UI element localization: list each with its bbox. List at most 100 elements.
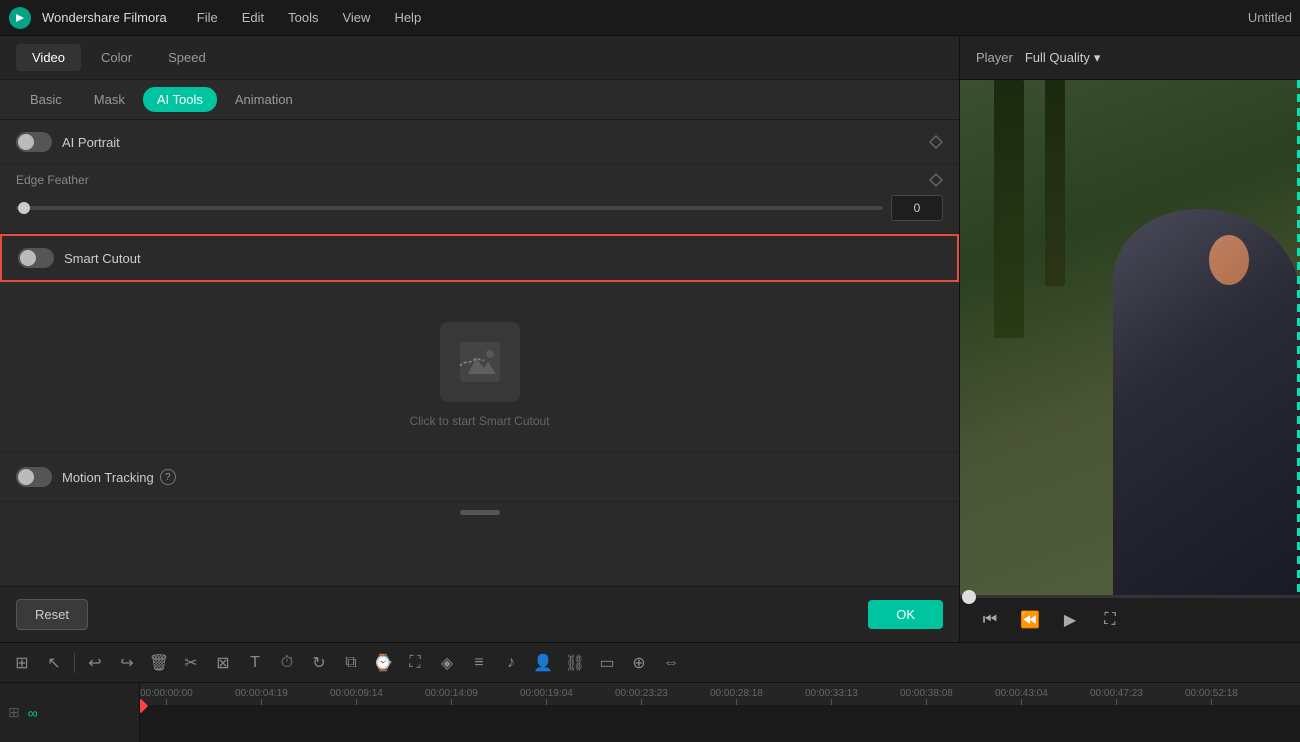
- tl-cursor-icon[interactable]: ↖: [40, 649, 68, 677]
- app-logo: [8, 6, 32, 30]
- ai-portrait-toggle[interactable]: [16, 132, 52, 152]
- app-name: Wondershare Filmora: [42, 10, 167, 25]
- edge-feather-section: Edge Feather 0: [0, 165, 959, 234]
- menu-view[interactable]: View: [332, 6, 380, 29]
- left-panel: Video Color Speed Basic Mask AI Tools An…: [0, 36, 960, 642]
- smart-cutout-toggle[interactable]: [18, 248, 54, 268]
- cutout-placeholder-icon: [456, 338, 504, 386]
- subtab-aitools[interactable]: AI Tools: [143, 87, 217, 112]
- window-title: Untitled: [1248, 10, 1292, 25]
- quality-value: Full Quality: [1025, 50, 1090, 65]
- rewind-button[interactable]: ⏮: [976, 606, 1004, 634]
- scroll-indicator: [0, 502, 959, 523]
- ai-portrait-section: AI Portrait: [0, 120, 959, 165]
- edge-feather-value[interactable]: 0: [891, 195, 943, 221]
- menubar: Wondershare Filmora File Edit Tools View…: [0, 0, 1300, 36]
- edge-feather-keyframe-icon: [929, 173, 943, 187]
- ruler-mark-1: 00:00:04:19: [235, 688, 288, 705]
- fullscreen-button[interactable]: ⛶: [1096, 606, 1124, 634]
- timeline-left-controls: ⊞ ∞: [0, 683, 140, 742]
- subtab-mask[interactable]: Mask: [80, 87, 139, 112]
- ok-button[interactable]: OK: [868, 600, 943, 629]
- player-quality-select[interactable]: Full Quality ▾: [1025, 50, 1101, 66]
- timeline-ruler: 00:00:00:00 00:00:04:19 00:00:09:14 00:0…: [140, 683, 1300, 705]
- player-video: [960, 80, 1300, 595]
- tl-audio-icon[interactable]: ♪: [497, 649, 525, 677]
- track-add-icon[interactable]: ⊞: [8, 704, 20, 721]
- ruler-mark-9: 00:00:43:04: [995, 688, 1048, 705]
- timeline-ruler-track: 00:00:00:00 00:00:04:19 00:00:09:14 00:0…: [140, 683, 1300, 742]
- ai-portrait-label: AI Portrait: [62, 135, 120, 150]
- timeline-tracks: ⊞ ∞ 00:00:00:00 00:00:04:19 00:00:09:14: [0, 683, 1300, 742]
- smart-cutout-label: Smart Cutout: [64, 251, 141, 266]
- panel-content: AI Portrait Edge Feather 0: [0, 120, 959, 586]
- ruler-mark-3: 00:00:14:09: [425, 688, 478, 705]
- ruler-mark-7: 00:00:33:13: [805, 688, 858, 705]
- menu-tools[interactable]: Tools: [278, 6, 328, 29]
- tl-arrows-icon[interactable]: ⇔: [657, 649, 685, 677]
- tl-divider-1: [74, 653, 75, 673]
- tl-fullscreen-icon[interactable]: ⛶: [401, 649, 429, 677]
- motion-tracking-toggle[interactable]: [16, 467, 52, 487]
- tl-clock-icon[interactable]: ⌚: [369, 649, 397, 677]
- motion-tracking-section: Motion Tracking ?: [0, 453, 959, 502]
- tab-color[interactable]: Color: [85, 44, 148, 71]
- tl-sliders-icon[interactable]: ≡: [465, 649, 493, 677]
- track-link-icon[interactable]: ∞: [28, 705, 38, 721]
- ruler-mark-11: 00:00:52:18: [1185, 688, 1238, 705]
- tl-rotate-icon[interactable]: ↻: [305, 649, 333, 677]
- tl-paint-icon[interactable]: ◈: [433, 649, 461, 677]
- reset-button[interactable]: Reset: [16, 599, 88, 630]
- tl-undo-icon[interactable]: ↩: [81, 649, 109, 677]
- tl-people-icon[interactable]: 👤: [529, 649, 557, 677]
- ruler-mark-0: 00:00:00:00: [140, 688, 193, 705]
- video-person-head: [1209, 235, 1249, 285]
- top-tabs: Video Color Speed: [0, 36, 959, 80]
- ruler-mark-6: 00:00:28:18: [710, 688, 763, 705]
- ai-portrait-keyframe-icon: [929, 135, 943, 149]
- tl-cut-icon[interactable]: ✂: [177, 649, 205, 677]
- subtab-animation[interactable]: Animation: [221, 87, 307, 112]
- smart-cutout-section: Smart Cutout: [0, 234, 959, 282]
- tl-redo-icon[interactable]: ↪: [113, 649, 141, 677]
- tl-targets-icon[interactable]: ⊕: [625, 649, 653, 677]
- smart-cutout-preview[interactable]: Click to start Smart Cutout: [0, 282, 959, 453]
- quality-chevron-icon: ▾: [1094, 50, 1101, 66]
- scrubber-thumb[interactable]: [962, 590, 976, 604]
- smart-cutout-placeholder: Click to start Smart Cutout: [409, 414, 549, 428]
- tl-box-icon[interactable]: ▭: [593, 649, 621, 677]
- menu-help[interactable]: Help: [384, 6, 431, 29]
- ruler-mark-8: 00:00:38:08: [900, 688, 953, 705]
- tl-link-icon[interactable]: ⛓: [561, 649, 589, 677]
- video-preview-bg: [960, 80, 1300, 595]
- subtab-basic[interactable]: Basic: [16, 87, 76, 112]
- tl-layer-icon[interactable]: ⧉: [337, 649, 365, 677]
- main-area: Video Color Speed Basic Mask AI Tools An…: [0, 36, 1300, 642]
- tab-speed[interactable]: Speed: [152, 44, 222, 71]
- scroll-dot: [460, 510, 500, 515]
- play-button[interactable]: ▶: [1056, 606, 1084, 634]
- motion-tracking-help-icon[interactable]: ?: [160, 469, 176, 485]
- ruler-mark-5: 00:00:23:23: [615, 688, 668, 705]
- sub-tabs: Basic Mask AI Tools Animation: [0, 80, 959, 120]
- cutout-icon-box: [440, 322, 520, 402]
- video-tree: [994, 80, 1024, 338]
- panel-footer: Reset OK: [0, 586, 959, 642]
- tl-crop-icon[interactable]: ⊠: [209, 649, 237, 677]
- tl-grid-icon[interactable]: ⊞: [8, 649, 36, 677]
- motion-tracking-label: Motion Tracking: [62, 470, 154, 485]
- video-person: [1113, 209, 1300, 595]
- timeline-toolbar: ⊞ ↖ ↩ ↪ 🗑 ✂ ⊠ T ⏱ ↻ ⧉ ⌚ ⛶ ◈ ≡ ♪ 👤 ⛓ ▭ ⊕ …: [0, 643, 1300, 683]
- tl-timer-icon[interactable]: ⏱: [273, 649, 301, 677]
- menu-file[interactable]: File: [187, 6, 228, 29]
- step-back-button[interactable]: ⏪: [1016, 606, 1044, 634]
- tl-delete-icon[interactable]: 🗑: [145, 649, 173, 677]
- player-scrubber[interactable]: [960, 595, 1300, 598]
- menu-edit[interactable]: Edit: [232, 6, 274, 29]
- player-label: Player: [976, 50, 1013, 65]
- timeline-area: ⊞ ↖ ↩ ↪ 🗑 ✂ ⊠ T ⏱ ↻ ⧉ ⌚ ⛶ ◈ ≡ ♪ 👤 ⛓ ▭ ⊕ …: [0, 642, 1300, 742]
- edge-feather-slider[interactable]: [16, 206, 883, 210]
- tab-video[interactable]: Video: [16, 44, 81, 71]
- ruler-mark-2: 00:00:09:14: [330, 688, 383, 705]
- tl-text-icon[interactable]: T: [241, 649, 269, 677]
